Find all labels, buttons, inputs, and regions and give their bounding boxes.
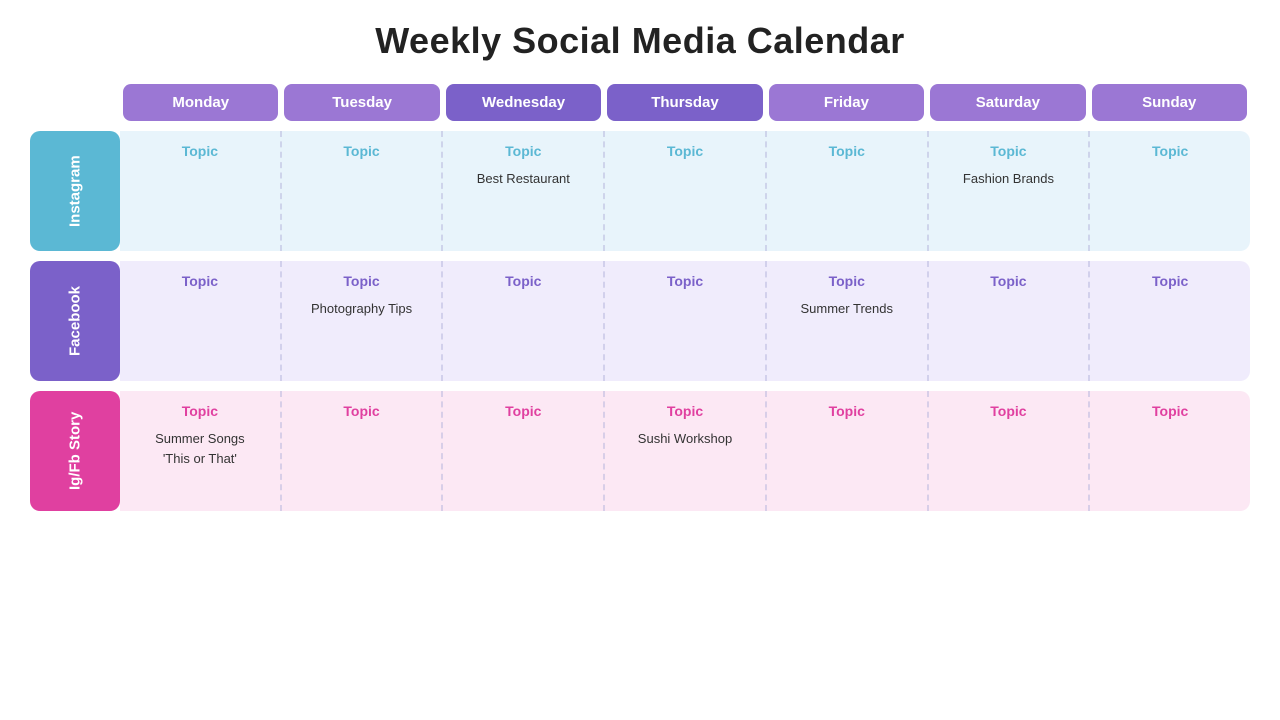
cell-facebook-monday: Topic [120,261,280,381]
cell-topic-label: Topic [1152,143,1188,159]
cell-instagram-sunday: Topic [1088,131,1250,251]
cell-facebook-saturday: Topic [927,261,1089,381]
cell-instagram-saturday: Topic Fashion Brands [927,131,1089,251]
cell-facebook-wednesday: Topic [441,261,603,381]
platform-label-facebook: Facebook [30,261,120,381]
cell-facebook-friday: Topic Summer Trends [765,261,927,381]
cell-topic-label: Topic [1152,403,1188,419]
cell-topic-label: Topic [505,403,541,419]
day-header-saturday: Saturday [930,84,1085,121]
cell-topic-label: Topic [343,403,379,419]
cell-topic-label: Topic [667,273,703,289]
cell-topic-label: Topic [667,403,703,419]
cell-topic-label: Topic [990,273,1026,289]
cell-topic-label: Topic [505,143,541,159]
cell-ig-fb-story-wednesday: Topic [441,391,603,511]
cell-facebook-tuesday: Topic Photography Tips [280,261,442,381]
cell-ig-fb-story-sunday: Topic [1088,391,1250,511]
platform-label-ig-fb-story: Ig/Fb Story [30,391,120,511]
day-header-sunday: Sunday [1092,84,1247,121]
cell-content-text: Photography Tips [311,299,412,319]
platform-row-instagram: InstagramTopicTopicTopicBest RestaurantT… [30,131,1250,251]
cell-topic-label: Topic [667,143,703,159]
platform-label-instagram: Instagram [30,131,120,251]
cell-topic-label: Topic [990,403,1026,419]
cell-instagram-wednesday: Topic Best Restaurant [441,131,603,251]
cell-topic-label: Topic [343,143,379,159]
cell-facebook-thursday: Topic [603,261,765,381]
platform-row-ig-fb-story: Ig/Fb Story Topic Summer Songs'This or Tha… [30,391,1250,511]
days-grid-facebook: TopicTopicPhotography TipsTopicTopicTopi… [120,261,1250,381]
cell-content-text: Summer Trends [800,299,892,319]
cell-topic-label: Topic [182,273,218,289]
cell-topic-label: Topic [182,403,218,419]
day-header-tuesday: Tuesday [284,84,439,121]
cell-facebook-sunday: Topic [1088,261,1250,381]
cell-topic-label: Topic [990,143,1026,159]
cell-ig-fb-story-friday: Topic [765,391,927,511]
cell-content-text: Sushi Workshop [638,429,732,449]
cell-ig-fb-story-monday: Topic Summer Songs'This or That' [120,391,280,511]
cell-instagram-tuesday: Topic [280,131,442,251]
days-grid-instagram: TopicTopicTopicBest RestaurantTopicTopic… [120,131,1250,251]
days-grid-ig-fb-story: TopicSummer Songs'This or That'TopicTopi… [120,391,1250,511]
platform-row-facebook: FacebookTopicTopicPhotography TipsTopicT… [30,261,1250,381]
cell-instagram-friday: Topic [765,131,927,251]
day-header-friday: Friday [769,84,924,121]
header-row: MondayTuesdayWednesdayThursdayFridaySatu… [120,84,1250,121]
page-title: Weekly Social Media Calendar [375,20,905,62]
cell-topic-label: Topic [343,273,379,289]
day-header-monday: Monday [123,84,278,121]
cell-topic-label: Topic [829,143,865,159]
cell-topic-label: Topic [829,403,865,419]
cell-content-text: Best Restaurant [477,169,570,189]
cell-topic-label: Topic [829,273,865,289]
day-header-thursday: Thursday [607,84,762,121]
cell-ig-fb-story-thursday: Topic Sushi Workshop [603,391,765,511]
cell-instagram-thursday: Topic [603,131,765,251]
cell-topic-label: Topic [182,143,218,159]
day-header-wednesday: Wednesday [446,84,601,121]
cell-ig-fb-story-tuesday: Topic [280,391,442,511]
cell-ig-fb-story-saturday: Topic [927,391,1089,511]
cell-topic-label: Topic [1152,273,1188,289]
cell-content-text: Summer Songs'This or That' [155,429,245,468]
cell-instagram-monday: Topic [120,131,280,251]
cell-topic-label: Topic [505,273,541,289]
calendar-wrapper: MondayTuesdayWednesdayThursdayFridaySatu… [30,84,1250,511]
cell-content-text: Fashion Brands [963,169,1054,189]
